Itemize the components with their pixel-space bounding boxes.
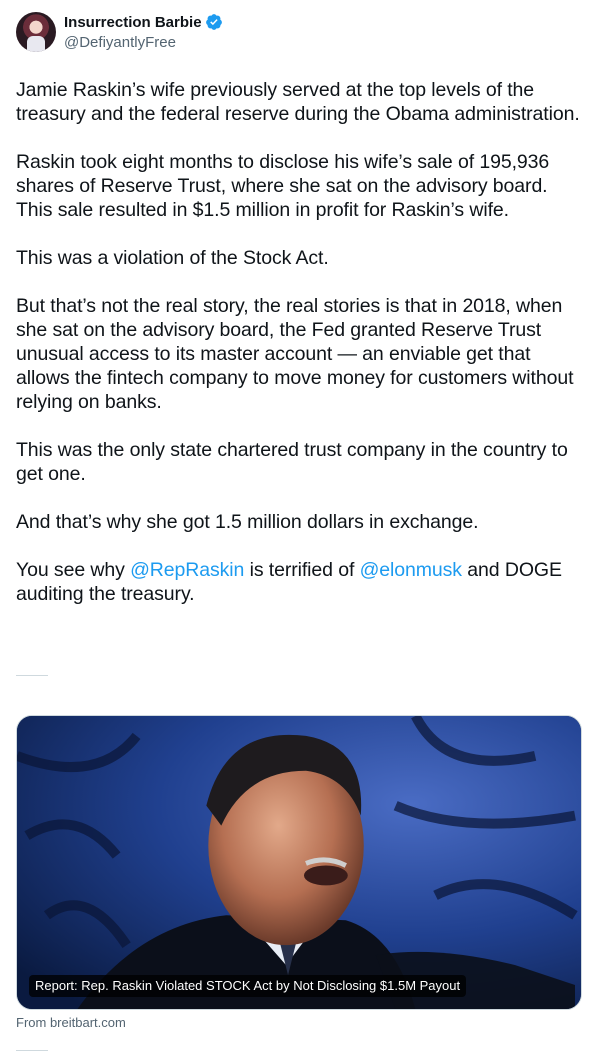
tweet-text: Jamie Raskin’s wife previously served at… bbox=[16, 78, 582, 630]
tweet-paragraph-final: You see why @RepRaskin is terrified of @… bbox=[16, 558, 582, 606]
mention-elonmusk-link[interactable]: @elonmusk bbox=[360, 559, 462, 581]
text-segment: is terrified of bbox=[244, 559, 360, 581]
tweet-paragraph: Raskin took eight months to disclose his… bbox=[16, 151, 550, 221]
tweet-paragraph: This was a violation of the Stock Act. bbox=[16, 247, 329, 269]
card-caption: Report: Rep. Raskin Violated STOCK Act b… bbox=[29, 975, 467, 997]
card-source[interactable]: From breitbart.com bbox=[16, 1015, 126, 1030]
tweet-paragraph: This was the only state chartered trust … bbox=[16, 439, 568, 485]
author-name-row: Insurrection Barbie bbox=[64, 12, 223, 32]
verified-badge-icon bbox=[205, 14, 222, 30]
tweet-paragraph: And that’s why she got 1.5 million dolla… bbox=[16, 511, 479, 533]
link-card[interactable]: Report: Rep. Raskin Violated STOCK Act b… bbox=[16, 715, 582, 1010]
divider bbox=[16, 675, 48, 676]
author-display-name[interactable]: Insurrection Barbie bbox=[64, 14, 202, 31]
avatar[interactable] bbox=[16, 12, 56, 52]
tweet-paragraph: Jamie Raskin’s wife previously served at… bbox=[16, 79, 580, 125]
tweet-header: Insurrection Barbie @DefiyantlyFree bbox=[16, 12, 576, 54]
mention-repraskin-link[interactable]: @RepRaskin bbox=[130, 559, 244, 581]
tweet-paragraph: But that’s not the real story, the real … bbox=[16, 295, 574, 413]
card-image bbox=[17, 716, 581, 1009]
text-segment: You see why bbox=[16, 559, 131, 581]
author-handle[interactable]: @DefiyantlyFree bbox=[64, 34, 176, 51]
divider bbox=[16, 1050, 48, 1051]
